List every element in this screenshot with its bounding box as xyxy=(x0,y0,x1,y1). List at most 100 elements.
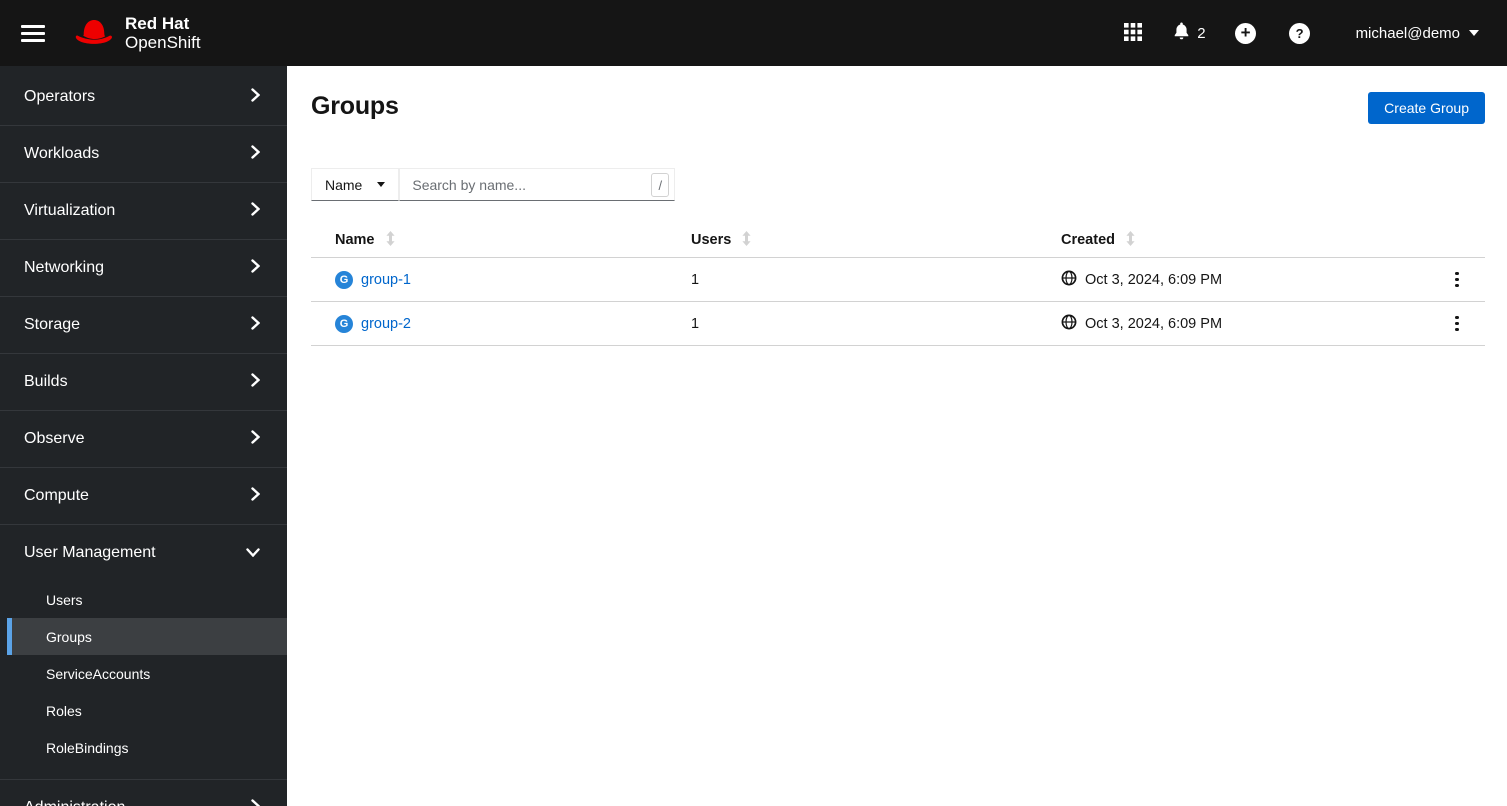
filter-toolbar: Name / xyxy=(311,168,1507,201)
group-link[interactable]: group-2 xyxy=(361,316,411,332)
chevron-right-icon xyxy=(251,429,261,449)
sidebar-item-roles[interactable]: Roles xyxy=(7,692,287,729)
column-header-created[interactable]: Created xyxy=(1061,230,1429,250)
sidebar-nav: Operators Workloads Virtualization Netwo… xyxy=(0,66,287,806)
table-row: G group-2 1 Oct 3, 2024, 6:09 PM xyxy=(311,302,1485,346)
user-menu-button[interactable]: michael@demo xyxy=(1350,24,1485,43)
sidebar-item-networking[interactable]: Networking xyxy=(0,240,287,296)
app-launcher-button[interactable] xyxy=(1113,13,1153,53)
notifications-button[interactable]: 2 xyxy=(1167,13,1211,53)
table-row: G group-1 1 Oct 3, 2024, 6:09 PM xyxy=(311,258,1485,302)
brand-line1: Red Hat xyxy=(125,14,190,33)
sidebar-item-label: Administration xyxy=(24,799,125,806)
sidebar-item-label: User Management xyxy=(24,544,156,561)
chevron-right-icon xyxy=(251,315,261,335)
redhat-fedora-icon xyxy=(72,15,116,52)
chevron-right-icon xyxy=(251,798,261,806)
masthead: Red Hat OpenShift 2 + ? michael@demo xyxy=(0,0,1507,66)
sidebar-item-label: RoleBindings xyxy=(46,739,129,756)
sidebar-item-observe[interactable]: Observe xyxy=(0,411,287,467)
group-resource-badge: G xyxy=(335,314,353,333)
notification-count: 2 xyxy=(1197,24,1206,42)
help-button[interactable]: ? xyxy=(1280,13,1320,53)
table-header-row: Name Users Created xyxy=(311,223,1485,258)
group-resource-badge: G xyxy=(335,270,353,289)
caret-down-icon xyxy=(377,182,386,187)
groups-table: Name Users Created G group-1 1 Oct 3, 20… xyxy=(311,223,1485,346)
chevron-right-icon xyxy=(251,258,261,278)
caret-down-icon xyxy=(1469,30,1479,36)
sidebar-item-workloads[interactable]: Workloads xyxy=(0,126,287,182)
search-shortcut-hint: / xyxy=(651,173,670,197)
sort-icon xyxy=(1126,230,1135,250)
sidebar-item-user-management[interactable]: User Management xyxy=(0,525,287,581)
group-link[interactable]: group-1 xyxy=(361,272,411,288)
chevron-right-icon xyxy=(251,87,261,107)
nav-toggle-button[interactable] xyxy=(12,12,54,54)
created-cell: Oct 3, 2024, 6:09 PM xyxy=(1061,270,1429,290)
filter-type-label: Name xyxy=(325,176,363,193)
globe-icon xyxy=(1061,270,1077,290)
filter-type-dropdown[interactable]: Name xyxy=(311,168,400,201)
actions-cell xyxy=(1429,264,1485,296)
sidebar-item-label: Builds xyxy=(24,373,68,390)
name-cell: G group-1 xyxy=(311,270,691,289)
created-timestamp: Oct 3, 2024, 6:09 PM xyxy=(1085,315,1223,332)
brand-text: Red Hat OpenShift xyxy=(125,14,201,52)
sidebar-item-administration[interactable]: Administration xyxy=(0,780,287,806)
users-cell: 1 xyxy=(691,315,700,332)
brand-logo[interactable]: Red Hat OpenShift xyxy=(72,14,201,52)
import-button[interactable]: + xyxy=(1226,13,1266,53)
question-circle-icon: ? xyxy=(1289,22,1311,44)
search-input[interactable] xyxy=(400,169,675,200)
sidebar-item-label: Virtualization xyxy=(24,202,116,219)
name-cell: G group-2 xyxy=(311,314,691,333)
chevron-right-icon xyxy=(251,372,261,392)
sidebar-item-label: Operators xyxy=(24,88,96,105)
users-cell: 1 xyxy=(691,271,700,288)
page-header: Groups Create Group xyxy=(287,66,1507,124)
sidebar-group-user-management: User Management Users Groups ServiceAcco… xyxy=(0,525,287,780)
sidebar-item-rolebindings[interactable]: RoleBindings xyxy=(7,729,287,766)
chevron-right-icon xyxy=(251,486,261,506)
sidebar-item-label: Networking xyxy=(24,259,105,276)
sidebar-item-compute[interactable]: Compute xyxy=(0,468,287,524)
kebab-menu-button[interactable] xyxy=(1445,264,1469,296)
created-cell: Oct 3, 2024, 6:09 PM xyxy=(1061,314,1429,334)
grid-icon xyxy=(1124,22,1143,44)
sidebar-item-label: Workloads xyxy=(24,145,100,162)
sidebar-item-label: Observe xyxy=(24,430,85,447)
brand-line2: OpenShift xyxy=(125,33,201,52)
bell-icon xyxy=(1173,22,1190,44)
sidebar-item-label: ServiceAccounts xyxy=(46,665,151,682)
column-header-users[interactable]: Users xyxy=(691,230,1061,250)
sort-icon xyxy=(385,230,395,250)
sidebar-item-groups[interactable]: Groups xyxy=(7,618,287,655)
sidebar-item-storage[interactable]: Storage xyxy=(0,297,287,353)
sidebar-item-label: Roles xyxy=(46,702,82,719)
chevron-down-icon xyxy=(246,544,260,562)
page-title: Groups xyxy=(311,92,399,120)
sidebar-item-serviceaccounts[interactable]: ServiceAccounts xyxy=(7,655,287,692)
column-header-name[interactable]: Name xyxy=(311,230,691,250)
sort-icon xyxy=(742,230,751,250)
create-group-button[interactable]: Create Group xyxy=(1368,92,1485,124)
kebab-menu-button[interactable] xyxy=(1445,308,1469,340)
sidebar-item-operators[interactable]: Operators xyxy=(0,69,287,125)
user-management-subnav: Users Groups ServiceAccounts Roles RoleB… xyxy=(0,581,287,779)
sidebar-item-virtualization[interactable]: Virtualization xyxy=(0,183,287,239)
created-timestamp: Oct 3, 2024, 6:09 PM xyxy=(1085,271,1223,288)
main-content: Groups Create Group Name / Name Users Cr… xyxy=(287,66,1507,806)
sidebar-item-label: Storage xyxy=(24,316,81,333)
sidebar-item-label: Compute xyxy=(24,487,89,504)
sidebar-item-builds[interactable]: Builds xyxy=(0,354,287,410)
sidebar-item-label: Users xyxy=(46,591,83,608)
search-box: / xyxy=(399,168,676,201)
masthead-toolbar: 2 + ? michael@demo xyxy=(1099,13,1485,53)
user-menu-label: michael@demo xyxy=(1355,24,1460,42)
sidebar-item-label: Groups xyxy=(46,628,92,645)
actions-cell xyxy=(1429,308,1485,340)
plus-circle-icon: + xyxy=(1235,22,1257,44)
sidebar-item-users[interactable]: Users xyxy=(7,581,287,618)
chevron-right-icon xyxy=(251,144,261,164)
